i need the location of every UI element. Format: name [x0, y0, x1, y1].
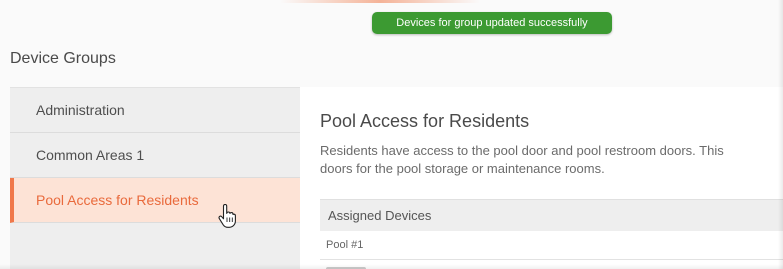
device-row[interactable]: Pool #1 — [320, 231, 783, 260]
group-description-line: Residents have access to the pool door a… — [320, 143, 724, 158]
app-frame: Devices for group updated successfully D… — [0, 0, 783, 269]
device-groups-sidebar: Administration Common Areas 1 Pool Acces… — [10, 87, 300, 269]
frame-right-shadow — [778, 0, 783, 269]
assigned-devices-header: Assigned Devices — [320, 199, 783, 231]
sidebar-item-pool-access-for-residents[interactable]: Pool Access for Residents — [10, 178, 300, 223]
group-title: Pool Access for Residents — [320, 111, 530, 131]
sidebar-item-administration[interactable]: Administration — [10, 88, 300, 133]
success-toast: Devices for group updated successfully — [372, 12, 612, 34]
frame-bottom-shadow — [0, 264, 783, 269]
top-accent-bar — [280, 0, 480, 3]
hand-pointer-icon — [218, 204, 236, 228]
group-detail-panel: Pool Access for Residents Residents have… — [300, 87, 783, 269]
sidebar-item-common-areas-1[interactable]: Common Areas 1 — [10, 133, 300, 178]
page-title: Device Groups — [10, 50, 116, 67]
group-description: Residents have access to the pool door a… — [320, 142, 783, 178]
group-description-line: doors for the pool storage or maintenanc… — [320, 161, 605, 176]
